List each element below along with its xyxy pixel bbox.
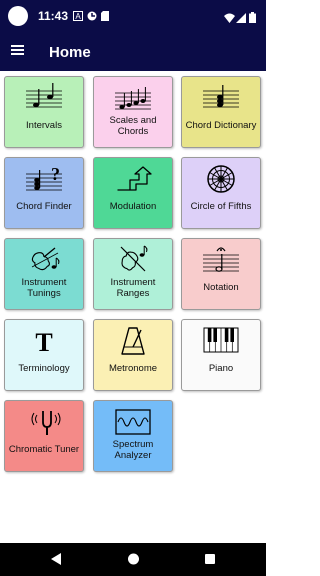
signal-icon	[236, 10, 246, 28]
avatar-icon	[8, 6, 28, 26]
circle-of-fifths-label: Circle of Fifths	[190, 201, 252, 212]
circle-of-fifths-icon	[201, 164, 241, 194]
instrument-tunings-label: Instrument Tunings	[21, 277, 67, 299]
chord-dictionary-icon	[201, 83, 241, 113]
system-nav-bar	[0, 543, 266, 576]
recents-icon[interactable]	[204, 552, 216, 571]
chord-finder-tile[interactable]: ? Chord Finder	[4, 157, 84, 229]
svg-text:A: A	[75, 12, 81, 21]
back-icon[interactable]	[50, 552, 62, 571]
instrument-tunings-tile[interactable]: Instrument Tunings	[4, 238, 84, 310]
home-icon[interactable]	[127, 552, 140, 571]
chord-dictionary-label: Chord Dictionary	[185, 120, 257, 131]
spectrum-analyzer-label: Spectrum Analyzer	[112, 439, 154, 461]
piano-icon	[201, 326, 241, 356]
spectrum-analyzer-tile[interactable]: Spectrum Analyzer	[93, 400, 173, 472]
modulation-label: Modulation	[109, 201, 157, 212]
intervals-label: Intervals	[26, 120, 62, 131]
data-saver-icon	[87, 11, 97, 21]
piano-tile[interactable]: Piano	[181, 319, 261, 391]
app-bar: Home	[0, 33, 266, 71]
sd-card-icon	[101, 11, 109, 21]
intervals-tile[interactable]: Intervals	[4, 76, 84, 148]
notation-icon	[201, 245, 241, 275]
hamburger-menu-icon[interactable]	[10, 43, 26, 57]
notation-label: Notation	[203, 282, 239, 293]
piano-label: Piano	[208, 363, 234, 374]
chord-finder-label: Chord Finder	[16, 201, 72, 212]
terminology-icon: T	[24, 326, 64, 357]
battery-icon	[249, 10, 256, 28]
svg-text:?: ?	[51, 164, 60, 184]
circle-of-fifths-tile[interactable]: Circle of Fifths	[181, 157, 261, 229]
scales-icon	[113, 83, 153, 113]
tuning-fork-icon	[24, 407, 64, 437]
modulation-tile[interactable]: Modulation	[93, 157, 173, 229]
scales-and-chords-label: Scales and Chords	[109, 115, 157, 137]
status-bar: 11:43 A	[0, 0, 266, 33]
instrument-ranges-icon	[113, 245, 153, 275]
chord-finder-icon: ?	[24, 164, 64, 194]
instrument-ranges-tile[interactable]: Instrument Ranges	[93, 238, 173, 310]
a-notification-icon: A	[73, 11, 83, 21]
metronome-label: Metronome	[108, 363, 158, 374]
instrument-tunings-icon	[24, 245, 64, 275]
chromatic-tuner-label: Chromatic Tuner	[8, 444, 80, 455]
terminology-tile[interactable]: T Terminology	[4, 319, 84, 391]
page-title: Home	[49, 44, 91, 61]
chromatic-tuner-tile[interactable]: Chromatic Tuner	[4, 400, 84, 472]
chord-dictionary-tile[interactable]: Chord Dictionary	[181, 76, 261, 148]
notation-tile[interactable]: Notation	[181, 238, 261, 310]
intervals-icon	[24, 83, 64, 113]
metronome-tile[interactable]: Metronome	[93, 319, 173, 391]
wifi-icon	[224, 10, 235, 28]
status-time: 11:43	[38, 9, 69, 23]
metronome-icon	[113, 326, 153, 356]
modulation-icon	[113, 164, 153, 194]
terminology-label: Terminology	[18, 363, 70, 374]
scales-and-chords-tile[interactable]: Scales and Chords	[93, 76, 173, 148]
spectrum-analyzer-icon	[113, 407, 153, 437]
instrument-ranges-label: Instrument Ranges	[110, 277, 156, 299]
svg-text:T: T	[35, 328, 52, 356]
